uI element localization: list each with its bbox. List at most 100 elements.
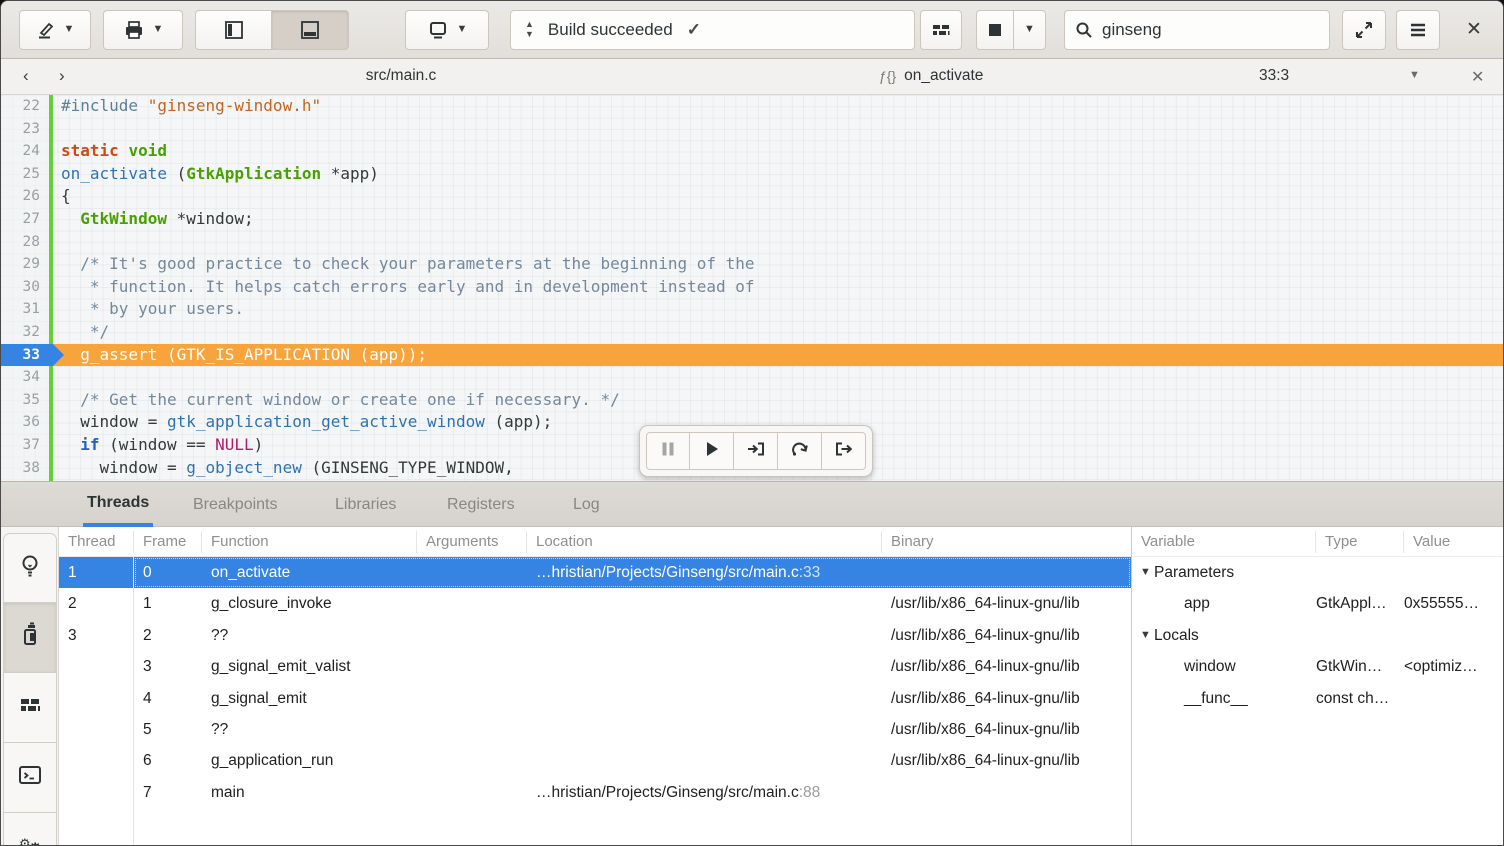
dock-item-terminal[interactable] — [3, 743, 57, 813]
display-icon — [427, 19, 449, 41]
code-line[interactable]: 29 /* It's good practice to check your p… — [1, 253, 1503, 276]
code-line[interactable]: 32 */ — [1, 321, 1503, 344]
col-binary: Binary — [882, 531, 1131, 553]
execution-line[interactable]: 33 g_assert (GTK_IS_APPLICATION (app)); — [1, 344, 1503, 367]
code-line[interactable]: 27 GtkWindow *window; — [1, 208, 1503, 231]
variable-group-row[interactable]: ▼Parameters — [1132, 557, 1504, 588]
frame-row[interactable]: 4g_signal_emit/usr/lib/x86_64-linux-gnu/… — [134, 683, 1131, 714]
line-number[interactable]: 28 — [1, 231, 49, 254]
continue-button[interactable] — [690, 432, 734, 470]
omnibar-build-status[interactable]: ▲▼ Build succeeded ✓ — [510, 10, 915, 50]
export-button[interactable]: ▼ — [103, 10, 183, 50]
toggle-left-panel-button[interactable] — [195, 10, 272, 50]
line-number[interactable]: 24 — [1, 140, 49, 163]
app-window: ▼ ▼ ▼ ▲▼ Build succeeded ✓ — [0, 0, 1504, 846]
chevron-down-icon: ▼ — [64, 24, 75, 35]
frame-row[interactable]: 0on_activate…hristian/Projects/Ginseng/s… — [134, 557, 1131, 588]
thread-row[interactable]: 2 — [59, 588, 133, 619]
build-button[interactable] — [920, 10, 962, 50]
variable-row[interactable]: windowGtkWin…<optimiz… — [1132, 651, 1504, 682]
line-number[interactable]: 29 — [1, 253, 49, 276]
omnibar-stepper-icon[interactable]: ▲▼ — [525, 21, 534, 37]
frame-row[interactable]: 7main…hristian/Projects/Ginseng/src/main… — [134, 777, 1131, 808]
cursor-position: 33:3 — [1259, 67, 1289, 85]
terminal-icon — [17, 764, 43, 791]
panel-tab-log[interactable]: Log — [569, 482, 604, 527]
search-input[interactable] — [1102, 20, 1319, 40]
dock-item-lightbulb[interactable] — [3, 533, 57, 603]
header-bar: ▼ ▼ ▼ ▲▼ Build succeeded ✓ — [1, 1, 1503, 59]
code-line[interactable]: 23 — [1, 118, 1503, 141]
frame-row[interactable]: 5??/usr/lib/x86_64-linux-gnu/lib — [134, 714, 1131, 745]
menu-button[interactable] — [1396, 10, 1440, 50]
line-number[interactable]: 35 — [1, 389, 49, 412]
frame-row[interactable]: 6g_application_run/usr/lib/x86_64-linux-… — [134, 745, 1131, 776]
frame-row[interactable]: 3g_signal_emit_valist/usr/lib/x86_64-lin… — [134, 651, 1131, 682]
variable-row[interactable]: appGtkAppl…0x55555… — [1132, 588, 1504, 619]
line-number[interactable]: 34 — [1, 366, 49, 389]
line-number[interactable]: 27 — [1, 208, 49, 231]
line-number[interactable]: 36 — [1, 411, 49, 434]
panel-tab-libraries[interactable]: Libraries — [331, 482, 400, 527]
panel-tab-breakpoints[interactable]: Breakpoints — [189, 482, 282, 527]
step-over-button[interactable] — [778, 432, 822, 470]
line-number[interactable]: 32 — [1, 321, 49, 344]
code-line[interactable]: 26{ — [1, 185, 1503, 208]
global-search[interactable] — [1064, 10, 1330, 50]
code-editor[interactable]: 22#include "ginseng-window.h"2324static … — [1, 95, 1503, 481]
dock-item-build-bricks[interactable] — [3, 673, 57, 743]
chevron-down-icon: ▼ — [1024, 24, 1035, 35]
line-number[interactable]: 31 — [1, 298, 49, 321]
code-line[interactable]: 24static void — [1, 140, 1503, 163]
panel-tab-registers[interactable]: Registers — [443, 482, 519, 527]
frame-row[interactable]: 1g_closure_invoke/usr/lib/x86_64-linux-g… — [134, 588, 1131, 619]
svg-text:⚙: ⚙ — [28, 841, 42, 846]
line-number[interactable]: 37 — [1, 434, 49, 457]
line-number[interactable]: 26 — [1, 185, 49, 208]
code-line[interactable]: 35 /* Get the current window or create o… — [1, 389, 1503, 412]
fullscreen-button[interactable] — [1342, 10, 1386, 50]
line-number[interactable]: 30 — [1, 276, 49, 299]
close-document-button[interactable]: ✕ — [1465, 65, 1490, 89]
code-line[interactable]: 25on_activate (GtkApplication *app) — [1, 163, 1503, 186]
variables-list: ▼ParametersappGtkAppl…0x55555…▼Localswin… — [1132, 557, 1504, 714]
thread-row[interactable]: 3 — [59, 620, 133, 651]
code-text: /* Get the current window or create one … — [53, 389, 1503, 412]
line-number[interactable]: 25 — [1, 163, 49, 186]
variable-group-row[interactable]: ▼Locals — [1132, 620, 1504, 651]
step-out-button[interactable] — [822, 432, 866, 470]
stop-options-button[interactable]: ▼ — [1014, 10, 1046, 50]
document-menu-button[interactable]: ▼ — [1409, 69, 1420, 81]
code-line[interactable]: 31 * by your users. — [1, 298, 1503, 321]
debugger-icon — [19, 621, 41, 654]
variable-row[interactable]: __func__const ch… — [1132, 683, 1504, 714]
pause-button[interactable] — [646, 432, 690, 470]
edit-mode-button[interactable]: ▼ — [19, 10, 91, 50]
line-number[interactable]: 33 — [1, 344, 49, 367]
frame-row[interactable]: 2??/usr/lib/x86_64-linux-gnu/lib — [134, 620, 1131, 651]
current-symbol[interactable]: on_activate — [904, 67, 983, 85]
line-number[interactable]: 22 — [1, 95, 49, 118]
expander-icon[interactable]: ▼ — [1140, 620, 1154, 651]
line-number[interactable]: 38 — [1, 457, 49, 480]
stop-button[interactable] — [976, 10, 1014, 50]
close-window-button[interactable]: ✕ — [1456, 12, 1492, 47]
step-in-button[interactable] — [734, 432, 778, 470]
thread-row[interactable]: 1 — [59, 557, 133, 588]
code-line[interactable]: 30 * function. It helps catch errors ear… — [1, 276, 1503, 299]
frame-location — [527, 651, 882, 682]
expander-icon[interactable]: ▼ — [1140, 557, 1154, 588]
step-in-icon — [746, 439, 766, 464]
code-line[interactable]: 28 — [1, 231, 1503, 254]
dock-item-settings-gears[interactable]: ⚙⚙ — [3, 813, 57, 846]
toggle-bottom-panel-button[interactable] — [272, 10, 349, 50]
panel-tab-threads[interactable]: Threads — [83, 482, 153, 527]
stop-icon — [988, 23, 1002, 37]
line-number[interactable]: 23 — [1, 118, 49, 141]
code-line[interactable]: 34 — [1, 366, 1503, 389]
dock-item-debugger[interactable] — [3, 603, 57, 673]
device-selector-button[interactable]: ▼ — [405, 10, 489, 50]
code-line[interactable]: 22#include "ginseng-window.h" — [1, 95, 1503, 118]
bottom-panel: ThreadsBreakpointsLibrariesRegistersLog … — [1, 481, 1503, 846]
execution-pointer-icon — [53, 344, 64, 366]
